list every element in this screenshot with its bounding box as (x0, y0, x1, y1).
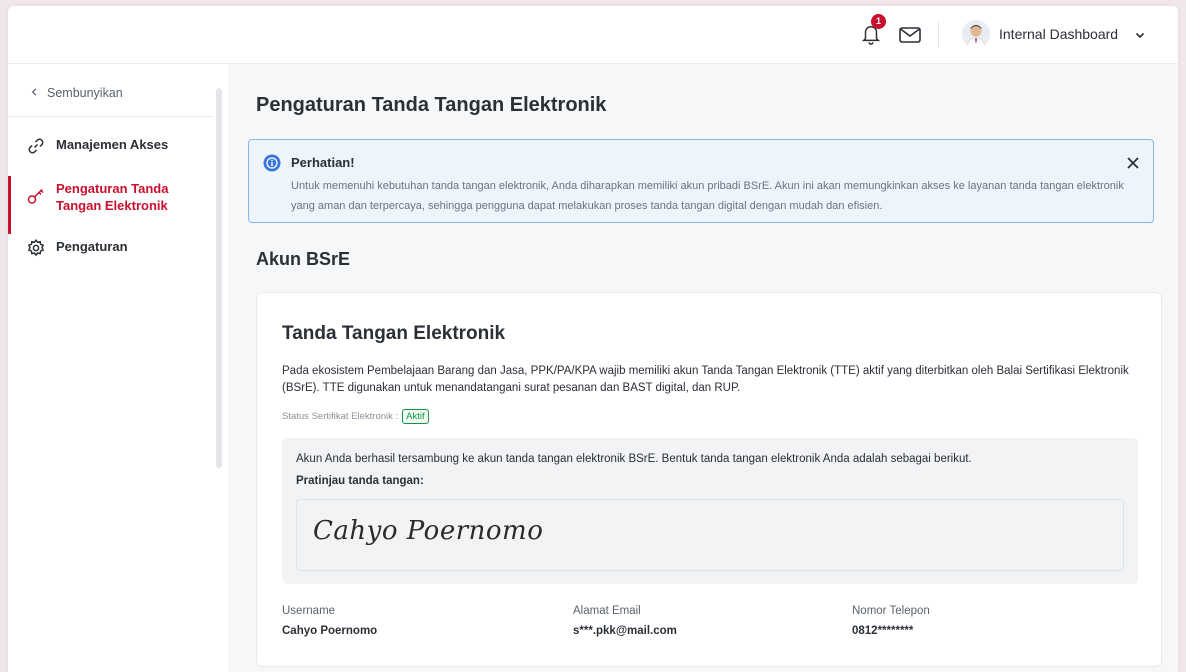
alert-title: Perhatian! (291, 155, 355, 170)
info-username: Username Cahyo Poernomo (282, 605, 377, 637)
sidebar-item-pengaturan-tte[interactable]: Pengaturan Tanda Tangan Elektronik (8, 176, 213, 234)
signature-panel: Akun Anda berhasil tersambung ke akun ta… (282, 438, 1138, 584)
sidebar: Sembunyikan Manajemen Akses Pengaturan T… (8, 64, 213, 672)
signature-preview: Cahyo Poernomo (296, 499, 1124, 571)
section-title: Akun BSrE (256, 249, 351, 269)
info-value: Cahyo Poernomo (282, 625, 378, 637)
signature-message: Akun Anda berhasil tersambung ke akun ta… (296, 453, 972, 465)
app-window: 1 Internal Dashboard Sembunyikan Manajem… (8, 6, 1178, 672)
signature-preview-label: Pratinjau tanda tangan: (296, 475, 424, 487)
page-title: Pengaturan Tanda Tangan Elektronik (256, 94, 607, 116)
info-value: 0812******** (852, 625, 914, 637)
info-icon (263, 154, 281, 172)
sidebar-item-pengaturan[interactable]: Pengaturan (8, 238, 213, 258)
alert-text: Untuk memenuhi kebutuhan tanda tangan el… (291, 180, 1124, 212)
top-bar: 1 Internal Dashboard (8, 6, 1178, 64)
sidebar-item-label: Pengaturan (56, 239, 128, 254)
chevron-left-icon (30, 86, 39, 100)
gear-icon (26, 238, 46, 258)
signature-image: Cahyo Poernomo (313, 516, 544, 546)
mail-icon[interactable] (898, 25, 922, 45)
chevron-down-icon[interactable] (1134, 28, 1146, 40)
info-alert: Perhatian! Untuk memenuhi kebutuhan tand… (248, 139, 1154, 223)
info-email: Alamat Email s***.pkk@mail.com (573, 605, 677, 637)
info-phone: Nomor Telepon 0812******** (852, 605, 930, 637)
status-badge: Aktif (402, 409, 429, 424)
active-indicator (8, 176, 11, 234)
info-label: Username (282, 605, 336, 617)
hide-sidebar-label: Sembunyikan (47, 86, 123, 100)
notification-badge: 1 (871, 14, 886, 29)
status-label: Status Sertifikat Elektronik : (282, 411, 399, 422)
sidebar-item-manajemen-akses[interactable]: Manajemen Akses (8, 136, 213, 156)
user-menu-label[interactable]: Internal Dashboard (999, 26, 1118, 42)
certificate-status: Status Sertifikat Elektronik : Aktif (282, 409, 429, 424)
info-label: Nomor Telepon (852, 605, 930, 617)
signature-card: Tanda Tangan Elektronik Pada ekosistem P… (256, 292, 1162, 667)
link-icon (26, 136, 46, 156)
sidebar-item-label-line1: Pengaturan Tanda (56, 181, 169, 196)
info-label: Alamat Email (573, 605, 641, 617)
header-divider (938, 22, 939, 48)
key-icon (26, 186, 46, 206)
sidebar-item-label-line2: Tangan Elektronik (56, 198, 168, 213)
close-icon[interactable] (1125, 155, 1141, 171)
main-content: Pengaturan Tanda Tangan Elektronik Perha… (228, 64, 1178, 672)
avatar[interactable] (962, 20, 990, 48)
sidebar-item-label: Manajemen Akses (56, 137, 169, 152)
hide-sidebar-button[interactable]: Sembunyikan (30, 86, 123, 100)
sidebar-item-label: Pengaturan Tanda Tangan Elektronik (56, 180, 168, 214)
sidebar-scrollbar[interactable] (216, 88, 222, 468)
sidebar-divider (8, 116, 213, 117)
info-value: s***.pkk@mail.com (573, 625, 677, 637)
card-description: Pada ekosistem Pembelajaan Barang dan Ja… (282, 365, 1129, 394)
card-title: Tanda Tangan Elektronik (282, 323, 506, 344)
